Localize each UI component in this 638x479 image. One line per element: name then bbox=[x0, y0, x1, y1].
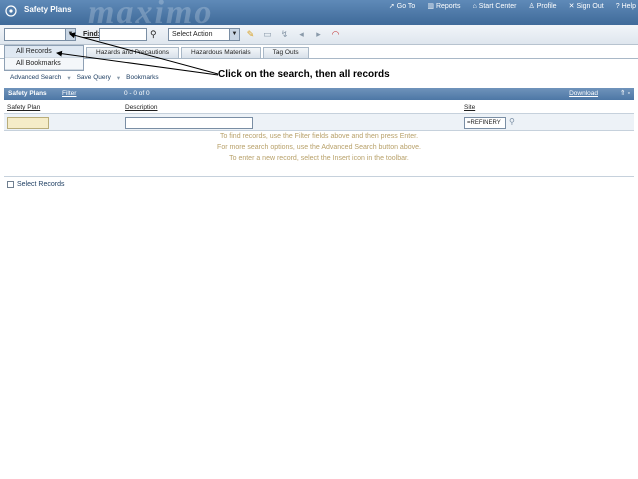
download-link[interactable]: Download bbox=[569, 90, 598, 97]
select-action-dropdown[interactable]: Select Action ▼ bbox=[168, 28, 240, 41]
reports-link[interactable]: ▥ Reports bbox=[427, 2, 460, 11]
profile-icon: ♙ bbox=[528, 3, 535, 10]
goto-icon: ➚ bbox=[388, 3, 395, 10]
tab-bar: Hazards and Precautions Hazardous Materi… bbox=[86, 47, 309, 58]
tab-divider bbox=[0, 58, 638, 59]
chevron-down-icon[interactable]: ▾ bbox=[117, 74, 120, 82]
start-center-icon: ⌂ bbox=[472, 2, 477, 10]
start-center-link[interactable]: ⌂ Start Center bbox=[472, 2, 516, 10]
menu-item-all-bookmarks[interactable]: All Bookmarks bbox=[5, 58, 83, 70]
binoculars-icon[interactable]: ⚲ bbox=[150, 29, 157, 40]
site-filter-input[interactable]: =REFINERY bbox=[464, 117, 506, 129]
tab-tag-outs[interactable]: Tag Outs bbox=[262, 47, 309, 58]
title-bar: Safety Plans maximo ➚ Go To ▥ Reports ⌂ Sta… bbox=[0, 0, 638, 31]
instruction-line-3: To enter a new record, select the Insert… bbox=[229, 155, 409, 162]
find-label: Find: bbox=[83, 31, 101, 38]
gauge-icon[interactable]: ◠ bbox=[330, 28, 341, 40]
table-footer-divider bbox=[4, 176, 634, 177]
description-filter-input[interactable] bbox=[125, 117, 253, 129]
help-icon: ? bbox=[615, 2, 620, 10]
column-header-description[interactable]: Description bbox=[125, 104, 158, 111]
sign-out-link[interactable]: ✕ Sign Out bbox=[568, 2, 604, 11]
column-header-site[interactable]: Site bbox=[464, 104, 475, 111]
bookmarks-link[interactable]: Bookmarks bbox=[126, 74, 159, 82]
results-section-header: Safety Plans Filter 0 - 0 of 0 Download … bbox=[4, 88, 634, 100]
chevron-down-icon[interactable]: ▾ bbox=[67, 74, 70, 82]
column-header-safety-plan[interactable]: Safety Plan bbox=[7, 104, 40, 111]
filter-row: =REFINERY ⚲ bbox=[4, 114, 634, 131]
save-query-link[interactable]: Save Query bbox=[77, 74, 111, 82]
expand-icon[interactable]: ⇑ ▫ bbox=[620, 89, 630, 97]
safety-plans-icon bbox=[5, 5, 17, 17]
lookup-icon[interactable]: ⚲ bbox=[509, 117, 515, 126]
filter-link[interactable]: Filter bbox=[62, 90, 76, 97]
next-icon[interactable]: ▸ bbox=[313, 28, 324, 40]
instruction-line-2: For more search options, use the Advance… bbox=[217, 144, 421, 151]
chevron-down-icon[interactable]: ▼ bbox=[65, 29, 75, 40]
reports-icon: ▥ bbox=[427, 3, 434, 10]
instruction-line-1: To find records, use the Filter fields a… bbox=[219, 133, 419, 140]
pager-text: 0 - 0 of 0 bbox=[124, 90, 150, 97]
menu-item-all-records[interactable]: All Records bbox=[5, 46, 83, 58]
top-navigation: ➚ Go To ▥ Reports ⌂ Start Center ♙ Profile ✕… bbox=[377, 2, 636, 11]
safety-plan-filter-input[interactable] bbox=[7, 117, 49, 129]
query-select[interactable]: ▼ bbox=[4, 28, 76, 41]
route-icon[interactable]: ↯ bbox=[279, 28, 290, 40]
sign-out-icon: ✕ bbox=[568, 3, 575, 10]
profile-link[interactable]: ♙ Profile bbox=[528, 2, 556, 11]
chevron-down-icon[interactable]: ▼ bbox=[229, 29, 239, 40]
help-link[interactable]: ? Help bbox=[616, 2, 636, 10]
tab-hazardous-materials[interactable]: Hazardous Materials bbox=[181, 47, 261, 58]
advanced-search-link[interactable]: Advanced Search bbox=[10, 74, 61, 82]
app-title: Safety Plans bbox=[24, 5, 72, 14]
toolbar-icons: ✎ ▭ ↯ ◂ ▸ ◠ bbox=[245, 28, 341, 40]
tab-hazards-and-precautions[interactable]: Hazards and Precautions bbox=[86, 47, 179, 58]
callout-annotation: Click on the search, then all records bbox=[218, 69, 390, 80]
search-options-bar: Advanced Search ▾ Save Query ▾ Bookmarks bbox=[10, 74, 159, 82]
previous-icon[interactable]: ◂ bbox=[296, 28, 307, 40]
section-title: Safety Plans bbox=[8, 90, 47, 97]
toolbar: ▼ Find: ⚲ Select Action ▼ ✎ ▭ ↯ ◂ ▸ ◠ bbox=[0, 25, 638, 45]
find-input[interactable] bbox=[99, 28, 147, 41]
save-icon[interactable]: ▭ bbox=[262, 28, 273, 40]
goto-link[interactable]: ➚ Go To bbox=[388, 2, 415, 11]
select-records[interactable]: Select Records bbox=[7, 181, 64, 188]
insert-icon[interactable]: ✎ bbox=[245, 28, 256, 40]
select-records-checkbox[interactable] bbox=[7, 181, 14, 188]
select-records-label: Select Records bbox=[17, 181, 65, 188]
query-menu: All Records All Bookmarks bbox=[4, 45, 84, 71]
